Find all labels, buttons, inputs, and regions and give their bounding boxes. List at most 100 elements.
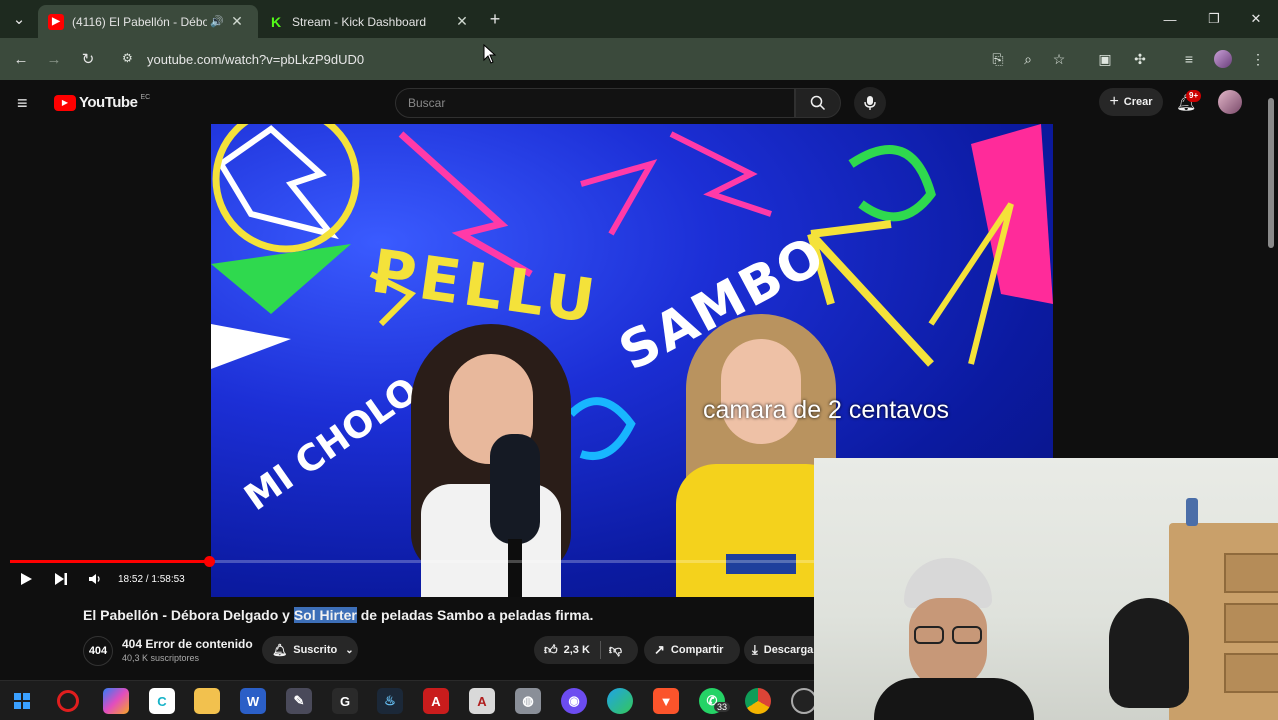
channel-avatar[interactable]: 404 (83, 636, 113, 666)
zoom-icon[interactable]: ⌕ (1018, 49, 1038, 69)
youtube-logo-text: YouTube (79, 94, 138, 111)
tab-kick[interactable]: K Stream - Kick Dashboard ✕ (258, 5, 478, 38)
bottle (1186, 498, 1198, 526)
streamer (874, 558, 1034, 720)
voice-search-button[interactable] (854, 87, 886, 119)
search-icon (810, 95, 826, 111)
video-title: El Pabellón - Débora Delgado y Sol Hirte… (83, 607, 593, 623)
file-explorer-icon[interactable] (194, 688, 220, 714)
stream-caption: camara de 2 centavos (703, 396, 949, 424)
time-display: 18:52 / 1:58:53 (118, 573, 185, 585)
like-divider (599, 641, 601, 659)
back-icon[interactable]: ← (10, 48, 32, 70)
download-icon: ⤓ (752, 642, 758, 657)
search-input[interactable]: Buscar (395, 88, 795, 118)
browser-toolbar: ← → ↻ ⚙ youtube.com/watch?v=pbLkzP9dUD0 … (0, 38, 1278, 80)
extensions-puzzle-icon[interactable]: ✣ (1130, 49, 1150, 69)
brave-icon[interactable]: ▼ (653, 688, 679, 714)
minimize-icon[interactable]: — (1148, 0, 1192, 38)
reload-icon[interactable]: ↻ (77, 48, 99, 70)
account-avatar[interactable] (1218, 90, 1242, 114)
app-chat-icon[interactable]: ◉ (561, 688, 587, 714)
bell-icon: 🔔︎ (272, 643, 288, 657)
tab-search-icon[interactable]: ⌄ (8, 8, 30, 30)
youtube-favicon-icon: ▶ (48, 13, 64, 30)
new-tab-button[interactable]: + (484, 8, 506, 30)
opera-icon[interactable] (57, 690, 79, 712)
mouse-cursor-icon (483, 44, 497, 64)
youtube-logo[interactable]: ▶ YouTube EC (54, 94, 150, 111)
install-app-icon[interactable]: ⎘ (988, 49, 1008, 69)
tab-close-icon[interactable]: ✕ (452, 13, 472, 30)
volume-icon (89, 574, 100, 584)
restore-icon[interactable]: ❐ (1192, 0, 1236, 38)
font-app-icon[interactable]: A (469, 688, 495, 714)
podcast-microphone (486, 434, 544, 597)
volume-button[interactable] (85, 569, 105, 589)
speaker-icon[interactable]: 🔊 (207, 15, 227, 28)
like-dislike-group: 👍︎ 2,3 K 👎︎ (534, 636, 638, 664)
video-title-part: de peladas Sambo a peladas firma. (356, 607, 594, 623)
forward-icon[interactable]: → (43, 48, 65, 70)
kick-favicon-icon: K (268, 13, 284, 30)
create-button[interactable]: + Crear (1099, 88, 1163, 116)
tab-title: Stream - Kick Dashboard (292, 14, 427, 29)
browser-titlebar: ⌄ ▶ (4116) El Pabellón - Débora 🔊 ✕ K St… (0, 0, 1278, 38)
youtube-play-logo-icon: ▶ (54, 94, 76, 111)
screen: ⌄ ▶ (4116) El Pabellón - Débora 🔊 ✕ K St… (0, 0, 1278, 720)
extension-box-icon[interactable]: ▣ (1095, 49, 1115, 69)
windows-start-icon[interactable] (9, 688, 35, 714)
dislike-icon[interactable]: 👎︎ (609, 642, 622, 658)
url-text[interactable]: youtube.com/watch?v=pbLkzP9dUD0 (147, 52, 364, 67)
app-shield-icon[interactable]: ◍ (515, 688, 541, 714)
hamburger-menu-icon[interactable]: ≡ (17, 93, 28, 114)
next-button[interactable] (51, 569, 71, 589)
share-label: Compartir (670, 644, 724, 656)
acrobat-icon[interactable]: A (423, 688, 449, 714)
whatsapp-badge: 33 (714, 702, 731, 712)
channel-name[interactable]: 404 Error de contenido (122, 637, 253, 651)
edge-icon[interactable] (607, 688, 633, 714)
like-icon[interactable]: 👍︎ (544, 642, 558, 658)
video-title-part: El Pabellón - Débora Delgado y (83, 607, 294, 623)
copilot-icon[interactable] (103, 688, 129, 714)
channel-subscribers: 40,3 K suscriptores (122, 653, 200, 663)
create-label: Crear (1123, 96, 1153, 108)
tab-youtube[interactable]: ▶ (4116) El Pabellón - Débora 🔊 ✕ (38, 5, 258, 38)
chevron-down-icon: ⌄ (345, 644, 354, 656)
region-code: EC (140, 94, 151, 101)
bookmark-star-icon[interactable]: ☆ (1049, 49, 1069, 69)
share-button[interactable]: ↗ Compartir (644, 636, 740, 664)
notifications-badge: 9+ (1186, 90, 1202, 102)
media-control-icon[interactable]: ≡ (1179, 49, 1199, 69)
like-count[interactable]: 2,3 K (564, 644, 590, 656)
address-bar[interactable]: ⚙ youtube.com/watch?v=pbLkzP9dUD0 (112, 42, 972, 76)
video-title-highlight: Sol Hirter (293, 607, 357, 623)
share-icon: ↗ (654, 642, 665, 657)
plus-icon: + (1109, 93, 1119, 110)
close-window-icon[interactable]: ✕ (1234, 0, 1278, 38)
app-feather-icon[interactable]: ✎ (286, 688, 312, 714)
steam-icon[interactable]: ♨ (377, 688, 403, 714)
progress-played (10, 560, 210, 563)
subscribed-button[interactable]: 🔔︎ Suscrito ⌄ (262, 636, 358, 664)
browser-menu-icon[interactable]: ⋮ (1248, 49, 1268, 69)
subscribed-label: Suscrito (293, 644, 338, 656)
scrollbar-thumb[interactable] (1268, 98, 1274, 248)
app-g-icon[interactable]: G (332, 688, 358, 714)
youtube-header: ≡ ▶ YouTube EC Buscar + Crear 🔔︎ 9+ (0, 80, 1264, 124)
capcut-icon[interactable]: C (149, 688, 175, 714)
profile-avatar-icon[interactable] (1213, 49, 1233, 69)
word-icon[interactable]: W (240, 688, 266, 714)
windows-taskbar: C W ✎ G ♨ A A ◍ ◉ ▼ ✆ 33 (0, 680, 817, 720)
play-icon (21, 573, 32, 585)
backpack (1109, 598, 1189, 708)
chrome-icon[interactable] (745, 688, 771, 714)
search-button[interactable] (795, 88, 841, 118)
next-icon (55, 573, 67, 585)
tab-close-icon[interactable]: ✕ (227, 13, 247, 30)
site-info-icon[interactable]: ⚙ (122, 51, 133, 65)
play-button[interactable] (16, 569, 36, 589)
webcam-overlay (814, 458, 1278, 720)
download-label: Descarga (763, 644, 814, 656)
